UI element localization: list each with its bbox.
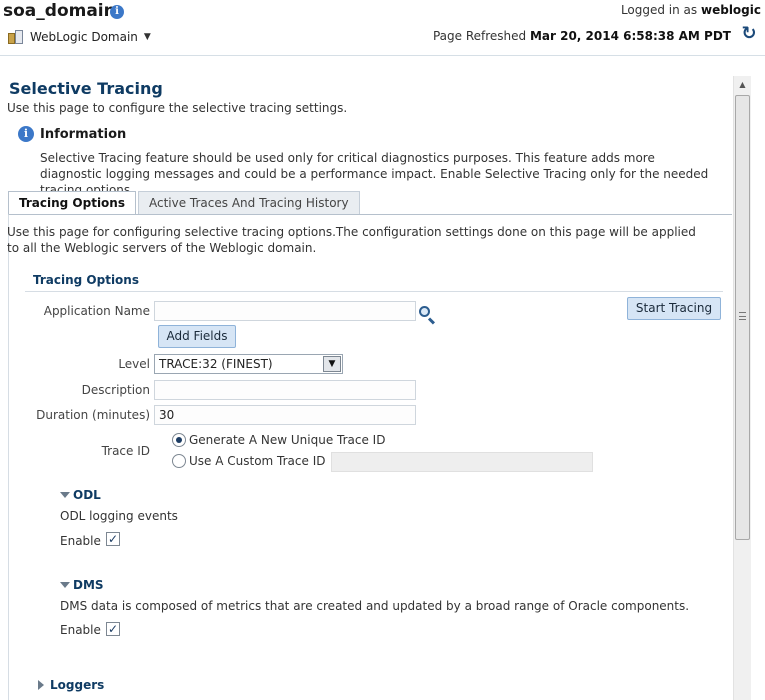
odl-section-title[interactable]: ODL xyxy=(73,488,101,502)
scrollbar-grip-icon xyxy=(739,312,746,320)
application-name-label: Application Name xyxy=(43,304,150,318)
custom-trace-id-input[interactable] xyxy=(331,452,593,472)
application-name-input[interactable] xyxy=(154,301,416,321)
tracing-options-section-header: Tracing Options xyxy=(25,272,723,292)
add-fields-button[interactable]: Add Fields xyxy=(158,325,236,348)
information-title: Information xyxy=(40,127,127,142)
dms-enable-checkbox[interactable]: ✓ xyxy=(106,622,120,636)
tab-active-traces-history[interactable]: Active Traces And Tracing History xyxy=(138,191,360,215)
scroll-up-arrow-icon[interactable]: ▲ xyxy=(734,76,751,93)
dropdown-arrow-icon[interactable]: ▼ xyxy=(323,356,341,372)
user-name[interactable]: weblogic xyxy=(701,3,761,17)
scrollbar-thumb[interactable] xyxy=(735,95,750,540)
level-select[interactable]: TRACE:32 (FINEST) ▼ xyxy=(154,354,343,374)
dms-expand-icon[interactable] xyxy=(60,582,70,588)
page-refreshed-time: Mar 20, 2014 6:58:38 AM PDT xyxy=(529,29,731,43)
odl-description: ODL logging events xyxy=(60,509,178,523)
information-icon: i xyxy=(18,126,34,142)
domain-title: soa_domain xyxy=(3,1,116,21)
duration-label: Duration (minutes) xyxy=(36,408,150,422)
description-label: Description xyxy=(81,383,150,397)
page-refreshed: Page Refreshed Mar 20, 2014 6:58:38 AM P… xyxy=(433,29,731,43)
page-title: Selective Tracing xyxy=(9,79,163,98)
page-description: Use this page to configure the selective… xyxy=(7,101,348,115)
trace-id-label: Trace ID xyxy=(101,444,150,458)
start-tracing-button[interactable]: Start Tracing xyxy=(627,297,721,320)
dms-section-title[interactable]: DMS xyxy=(73,578,104,592)
header-bar: soa_domain i Logged in as weblogic WebLo… xyxy=(0,0,765,56)
loggers-section-title[interactable]: Loggers xyxy=(50,678,104,692)
logged-in-status: Logged in as weblogic xyxy=(621,3,761,17)
custom-trace-id-radio[interactable] xyxy=(172,454,186,468)
vertical-scrollbar[interactable]: ▲ xyxy=(733,76,751,700)
odl-enable-label: Enable xyxy=(60,534,101,548)
dms-description: DMS data is composed of metrics that are… xyxy=(60,599,690,613)
weblogic-domain-icon xyxy=(7,29,24,46)
weblogic-domain-menu[interactable]: WebLogic Domain ▼ xyxy=(7,28,151,46)
domain-menu-label[interactable]: WebLogic Domain xyxy=(30,30,138,44)
page-refreshed-label: Page Refreshed xyxy=(432,29,527,43)
odl-enable-checkbox[interactable]: ✓ xyxy=(106,532,120,546)
dms-enable-label: Enable xyxy=(60,623,101,637)
odl-expand-icon[interactable] xyxy=(60,492,70,498)
level-selected-value: TRACE:32 (FINEST) xyxy=(159,357,273,371)
search-icon[interactable] xyxy=(418,305,436,325)
tab-bar: Tracing Options Active Traces And Tracin… xyxy=(8,191,362,215)
tab-tracing-options[interactable]: Tracing Options xyxy=(8,191,136,215)
main-content: Selective Tracing Use this page to confi… xyxy=(0,76,732,700)
chevron-down-icon[interactable]: ▼ xyxy=(144,32,151,42)
duration-input[interactable] xyxy=(154,405,416,425)
panel-description: Use this page for configuring selective … xyxy=(7,225,696,255)
logged-in-label: Logged in as xyxy=(620,3,698,17)
generate-trace-id-radio[interactable] xyxy=(172,433,186,447)
generate-trace-id-label[interactable]: Generate A New Unique Trace ID xyxy=(189,433,385,447)
description-input[interactable] xyxy=(154,380,416,400)
level-label: Level xyxy=(118,357,150,371)
custom-trace-id-label[interactable]: Use A Custom Trace ID xyxy=(189,454,325,468)
info-icon[interactable]: i xyxy=(110,5,124,19)
refresh-icon[interactable]: ↻ xyxy=(739,24,759,44)
loggers-expand-icon[interactable] xyxy=(38,680,44,690)
